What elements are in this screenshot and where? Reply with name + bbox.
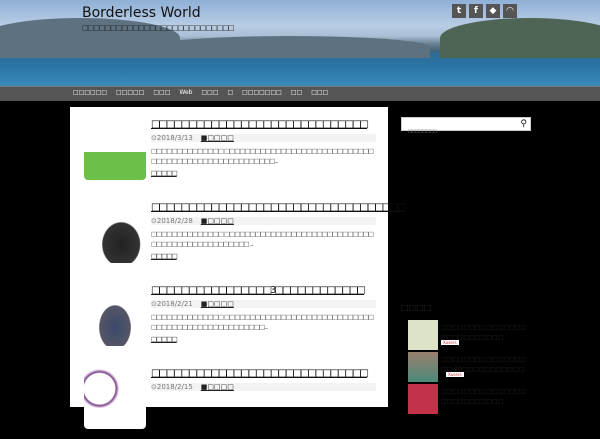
post-thumbnail[interactable] — [84, 284, 146, 346]
search-form: ⚲ — [401, 117, 531, 138]
nav-item[interactable]: □ — [228, 89, 234, 96]
nav-item[interactable]: □□□□□□ — [73, 89, 107, 96]
nav-item-web[interactable]: Web — [179, 89, 192, 96]
popular-post-title[interactable]: □□□□□□□□□□□□□□□□□□□□□□□□□□ — [441, 387, 531, 407]
post-category[interactable]: □□□□ — [207, 134, 233, 142]
facebook-icon[interactable]: f — [469, 4, 483, 18]
popular-post-thumbnail[interactable] — [408, 352, 438, 382]
user-count-badge: Xusers — [446, 372, 464, 377]
post-meta: ⊙2018/3/13 ■□□□□ — [151, 134, 376, 142]
post-thumbnail[interactable] — [84, 118, 146, 180]
nav-item[interactable]: □□□ — [311, 89, 328, 96]
post-date: 2018/2/28 — [156, 217, 193, 225]
site-title[interactable]: Borderless World — [82, 5, 201, 21]
nav-item[interactable]: □□□□□□□ — [242, 89, 282, 96]
search-icon[interactable]: ⚲ — [520, 119, 527, 129]
post-date: 2018/3/13 — [156, 134, 193, 142]
popular-post-item[interactable]: □□□□□□□□□□□□□□□□□ 20□□□□□□□□□□□ Xusers — [408, 352, 538, 382]
post-date: 2018/2/15 — [156, 383, 193, 391]
post-thumbnail[interactable] — [84, 201, 146, 263]
post-category[interactable]: □□□□ — [207, 383, 233, 391]
post-title[interactable]: □□□□□□□□□□□□□□□□□□□□□□□□□□□□□ — [151, 368, 369, 379]
popular-post-thumbnail[interactable] — [408, 320, 438, 350]
feedly-icon[interactable]: ◆ — [486, 4, 500, 18]
post-title[interactable]: □□□□□□□□□□□□□□□□□□□□□□□□□□□□□ — [151, 119, 369, 130]
social-links: t f ◆ ◠ — [452, 4, 517, 18]
post-meta: ⊙2018/2/28 ■□□□□ — [151, 217, 376, 225]
post-meta: ⊙2018/2/21 ■□□□□ — [151, 300, 376, 308]
post-excerpt: □□□□□□□□□□□□□□ □□□□□□□□□□□□□□□□□□□□□□□□□… — [151, 230, 374, 248]
read-more-link[interactable]: □□□□□ — [151, 169, 178, 177]
header-image-mountain — [150, 36, 430, 58]
post-title[interactable]: □□□□□□□□□□□□□□□□3□□□□□□□□□□□□ — [151, 285, 366, 296]
user-count-badge: Xusers — [441, 340, 459, 345]
post-item: □□□□□□□□□□□□□□□□□□□□□□□□□□□□□□□□□□ ⊙2018… — [70, 193, 406, 273]
read-more-link[interactable]: □□□□□ — [151, 335, 178, 343]
post-list: □□□□□□□□□□□□□□□□□□□□□□□□□□□□□ ⊙2018/3/13… — [70, 107, 406, 429]
post-excerpt: □□□□□□□□□□□□□□ □□□□□□□□□□□□□□□□□□□□□□□□□… — [151, 313, 374, 331]
rss-icon[interactable]: ◠ — [503, 4, 517, 18]
nav-item[interactable]: □□□ — [153, 89, 170, 96]
post-excerpt: □□□□□□□□□□□□□□ □□□□□□□□□□□□□□□□□□□□□□□□□… — [151, 147, 374, 165]
popular-post-thumbnail[interactable] — [408, 384, 438, 414]
post-item: □□□□□□□□□□□□□□□□3□□□□□□□□□□□□ ⊙2018/2/21… — [70, 276, 388, 356]
header-image-mountain — [440, 18, 600, 58]
nav-item[interactable]: □□□ — [201, 89, 218, 96]
post-item: □□□□□□□□□□□□□□□□□□□□□□□□□□□□□ ⊙2018/3/13… — [70, 110, 388, 190]
main-nav: □□□□□□ □□□□□ □□□ Web □□□ □ □□□□□□□ □□ □□… — [0, 86, 600, 101]
nav-item[interactable]: □□ — [291, 89, 302, 96]
search-input[interactable] — [402, 126, 512, 138]
popular-post-item[interactable]: □□□□□□□□□□□□□□□□□□□□□□□□□□ Xusers — [408, 320, 538, 350]
site-header: Borderless World □□□□□□□□□□□□□□□□□□□□□□□… — [0, 0, 600, 86]
post-category[interactable]: □□□□ — [207, 300, 233, 308]
read-more-link[interactable]: □□□□□ — [151, 252, 178, 260]
post-item: □□□□□□□□□□□□□□□□□□□□□□□□□□□□□ ⊙2018/2/15… — [70, 359, 388, 439]
popular-posts-title: □□□□ — [401, 303, 432, 312]
popular-post-item[interactable]: □□□□□□□□□□□□□□□□□□□□□□□□□□ — [408, 384, 538, 414]
post-meta: ⊙2018/2/15 ■□□□□ — [151, 383, 376, 391]
post-date: 2018/2/21 — [156, 300, 193, 308]
site-description: □□□□□□□□□□□□□□□□□□□□□□□□□□□ — [82, 24, 235, 32]
nav-item[interactable]: □□□□□ — [116, 89, 144, 96]
post-title[interactable]: □□□□□□□□□□□□□□□□□□□□□□□□□□□□□□□□□□ — [151, 202, 406, 213]
post-thumbnail[interactable] — [84, 367, 146, 429]
twitter-icon[interactable]: t — [452, 4, 466, 18]
post-category[interactable]: □□□□ — [207, 217, 233, 225]
